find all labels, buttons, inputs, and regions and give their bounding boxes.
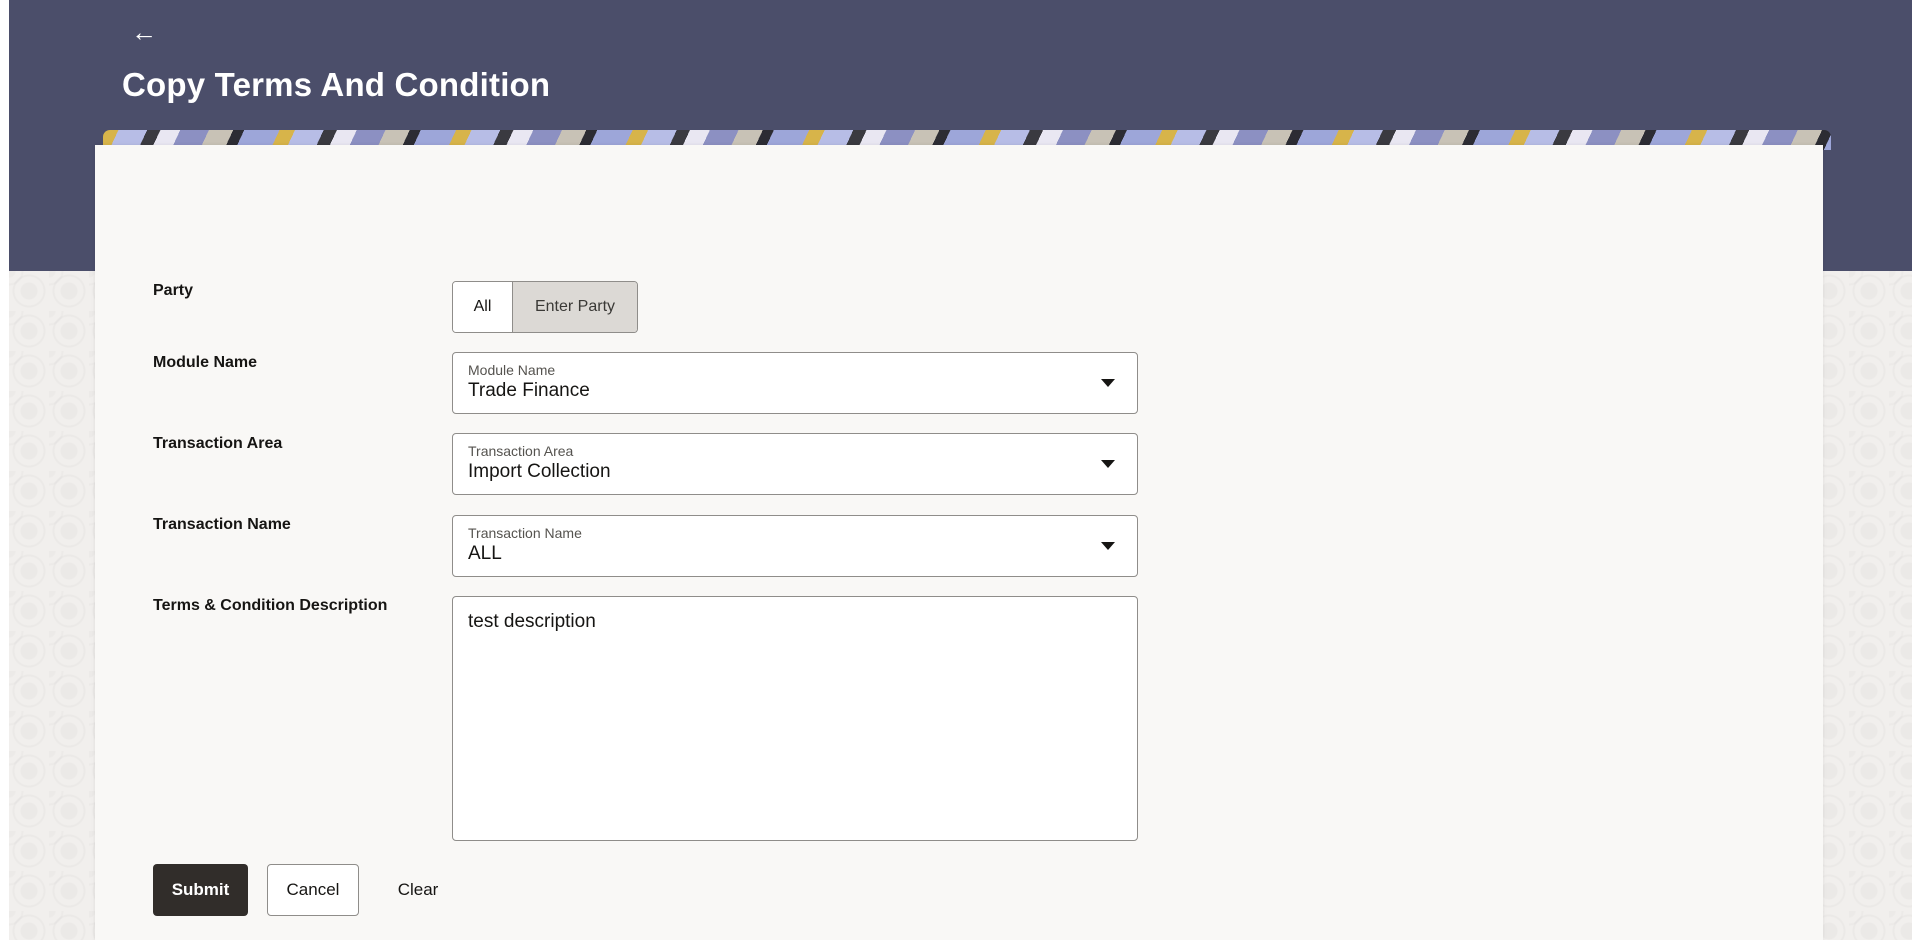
party-label: Party: [153, 282, 194, 299]
left-edge: [0, 0, 9, 940]
party-option-all[interactable]: All: [453, 282, 513, 332]
transaction-area-field-label: Transaction Area: [468, 443, 574, 459]
submit-button[interactable]: Submit: [153, 864, 248, 916]
party-option-enter-party[interactable]: Enter Party: [513, 282, 637, 332]
caret-down-icon: [1101, 542, 1115, 550]
caret-down-icon: [1101, 460, 1115, 468]
party-toggle: All Enter Party: [452, 281, 638, 333]
module-name-field-label: Module Name: [468, 362, 556, 378]
description-textarea[interactable]: test description: [452, 596, 1138, 841]
transaction-name-select[interactable]: Transaction Name ALL: [452, 515, 1138, 577]
page: ← Copy Terms And Condition Party All Ent…: [0, 0, 1912, 940]
transaction-name-field-label: Transaction Name: [468, 525, 582, 541]
back-arrow-icon: ←: [131, 17, 157, 47]
transaction-area-value: Import Collection: [468, 461, 611, 482]
clear-button[interactable]: Clear: [384, 864, 452, 916]
back-button[interactable]: ←: [128, 16, 160, 48]
transaction-name-value: ALL: [468, 543, 502, 564]
description-label: Terms & Condition Description: [153, 597, 388, 614]
module-name-select[interactable]: Module Name Trade Finance: [452, 352, 1138, 414]
transaction-area-label: Transaction Area: [153, 435, 283, 452]
page-title: Copy Terms And Condition: [122, 66, 551, 103]
transaction-area-select[interactable]: Transaction Area Import Collection: [452, 433, 1138, 495]
cancel-button[interactable]: Cancel: [267, 864, 359, 916]
module-name-value: Trade Finance: [468, 380, 590, 401]
transaction-name-label: Transaction Name: [153, 516, 291, 533]
module-name-label: Module Name: [153, 354, 258, 371]
caret-down-icon: [1101, 379, 1115, 387]
